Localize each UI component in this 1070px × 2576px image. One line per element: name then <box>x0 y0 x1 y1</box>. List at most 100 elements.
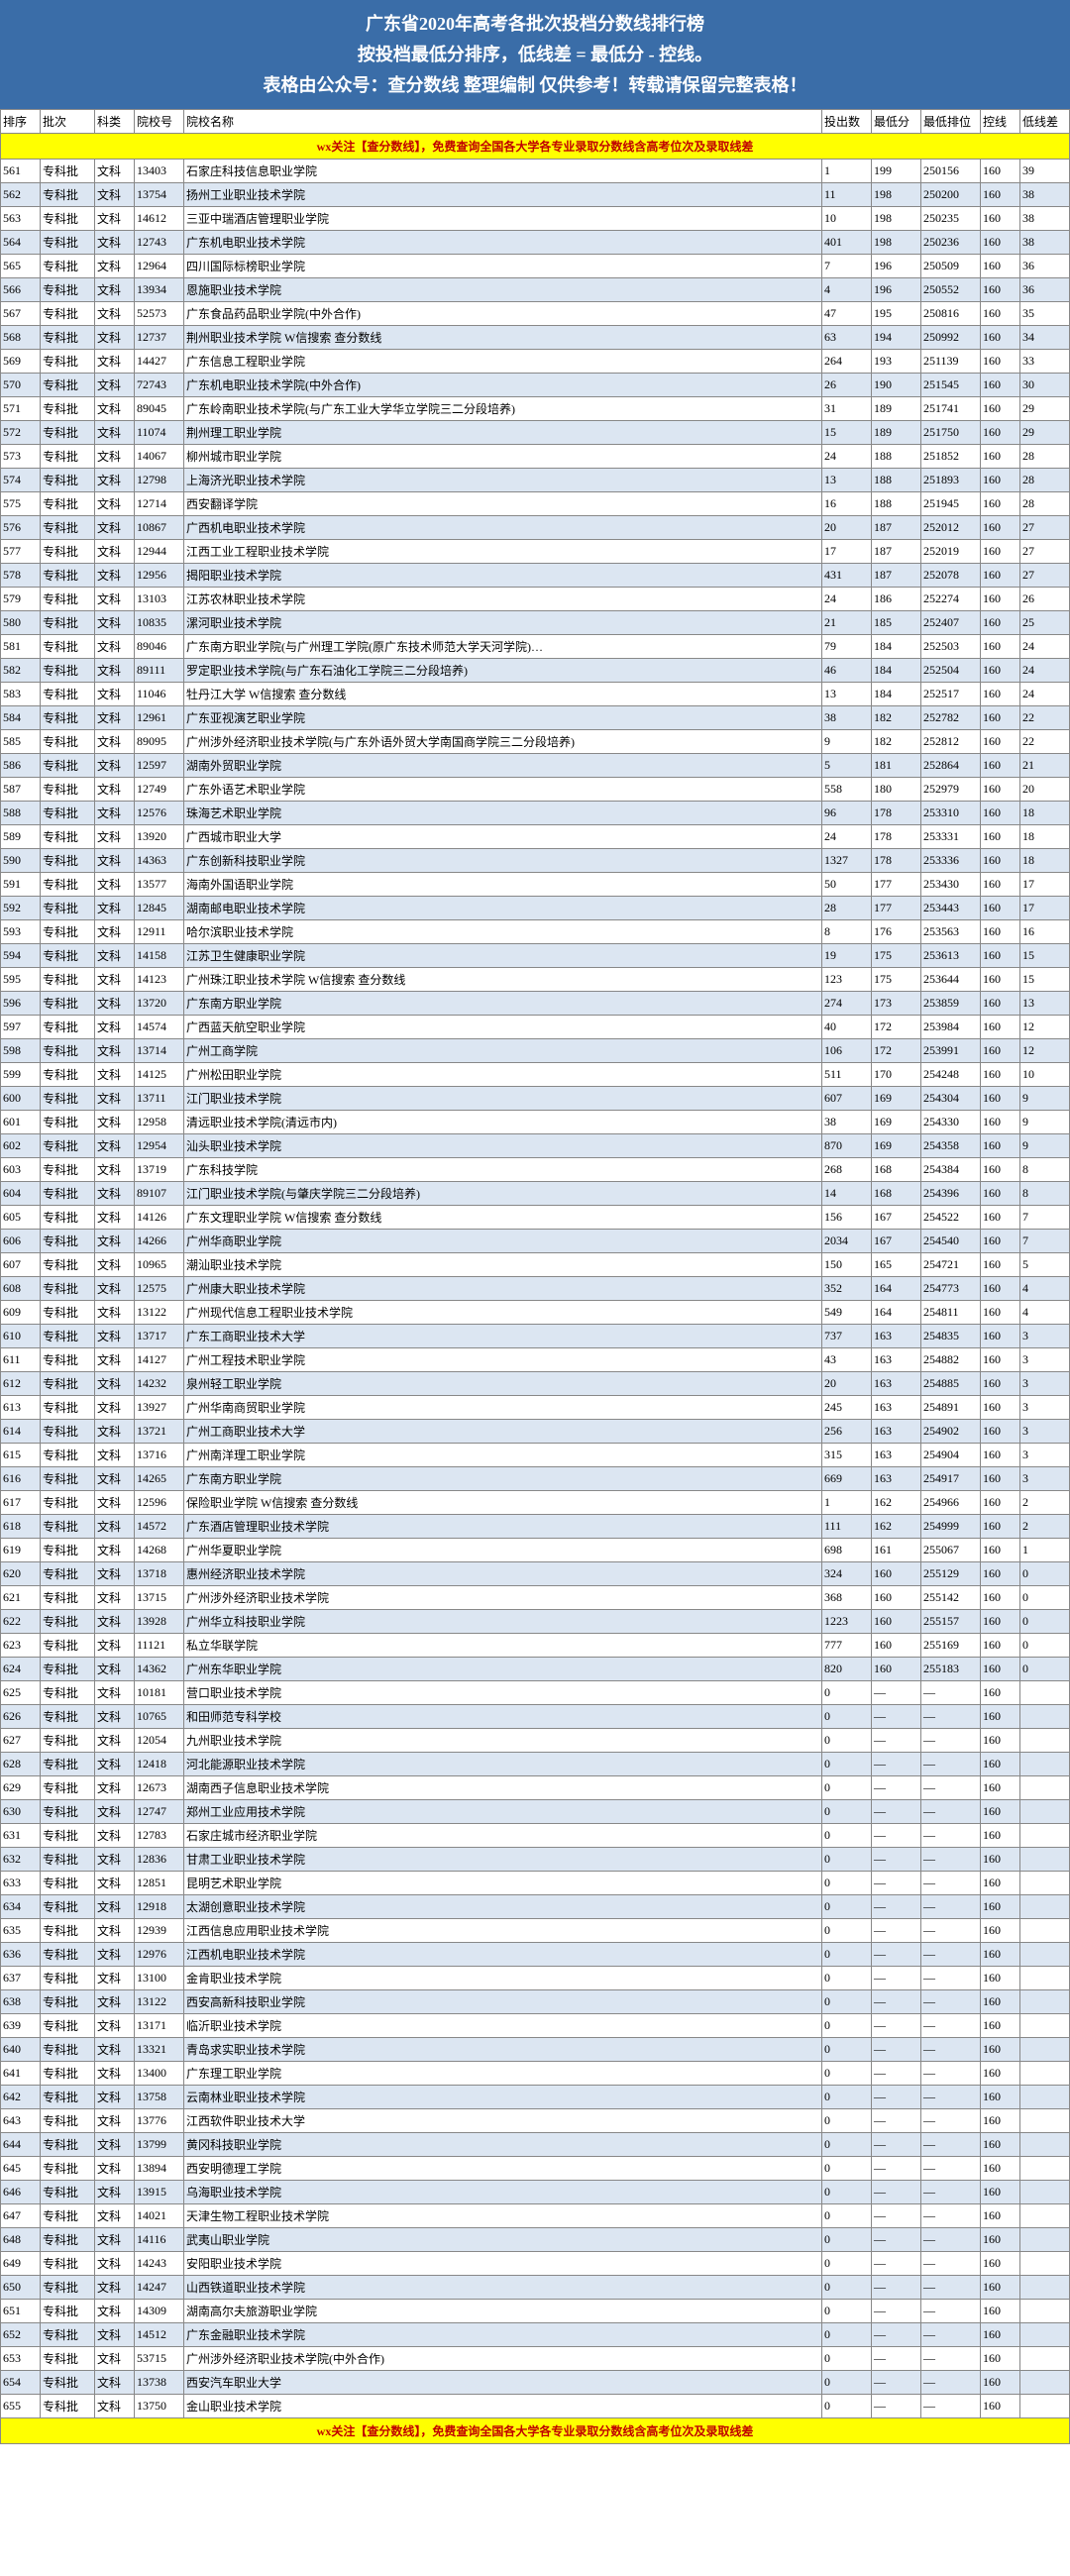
cell: 187 <box>872 516 921 540</box>
cell: 哈尔滨职业技术学院 <box>184 920 822 944</box>
cell: 255067 <box>921 1539 981 1562</box>
cell: — <box>921 2276 981 2300</box>
cell: 广州华夏职业学院 <box>184 1539 822 1562</box>
cell: 文科 <box>95 1325 135 1348</box>
cell: 24 <box>822 825 872 849</box>
table-row: 596专科批文科13720广东南方职业学院27417325385916013 <box>1 992 1070 1016</box>
cell: 江西软件职业技术大学 <box>184 2109 822 2133</box>
cell: — <box>921 1919 981 1943</box>
cell: 12747 <box>135 1800 184 1824</box>
cell: 609 <box>1 1301 41 1325</box>
col-pos: 最低排位 <box>921 110 981 134</box>
table-row: 569专科批文科14427广东信息工程职业学院26419325113916033 <box>1 350 1070 374</box>
cell: 627 <box>1 1729 41 1753</box>
cell: 文科 <box>95 920 135 944</box>
cell: 615 <box>1 1444 41 1467</box>
table-row: 613专科批文科13927广州华南商贸职业学院2451632548911603 <box>1 1396 1070 1420</box>
cell: 630 <box>1 1800 41 1824</box>
cell: 558 <box>822 778 872 802</box>
cell: 160 <box>981 1206 1020 1230</box>
cell: 13721 <box>135 1420 184 1444</box>
cell: 162 <box>872 1491 921 1515</box>
cell: 618 <box>1 1515 41 1539</box>
cell: 文科 <box>95 255 135 278</box>
cell: 文科 <box>95 2109 135 2133</box>
cell: 0 <box>822 1967 872 1990</box>
cell: 160 <box>981 1158 1020 1182</box>
cell: — <box>872 2228 921 2252</box>
cell: 650 <box>1 2276 41 2300</box>
cell: 文科 <box>95 1848 135 1872</box>
cell: 广东金融职业技术学院 <box>184 2323 822 2347</box>
cell: 13776 <box>135 2109 184 2133</box>
cell: 文科 <box>95 1277 135 1301</box>
cell: 160 <box>981 326 1020 350</box>
cell <box>1020 2038 1070 2062</box>
cell: 599 <box>1 1063 41 1087</box>
cell: 160 <box>981 1681 1020 1705</box>
cell: 160 <box>981 2133 1020 2157</box>
cell: 27 <box>1020 516 1070 540</box>
table-row: 572专科批文科11074荆州理工职业学院1518925175016029 <box>1 421 1070 445</box>
cell: 1 <box>822 1491 872 1515</box>
cell: 254882 <box>921 1348 981 1372</box>
cell: 专科批 <box>41 2109 95 2133</box>
cell: 专科批 <box>41 183 95 207</box>
cell: — <box>872 2014 921 2038</box>
cell: 专科批 <box>41 2204 95 2228</box>
cell: 31 <box>822 397 872 421</box>
cell: 12845 <box>135 897 184 920</box>
cell: — <box>872 1800 921 1824</box>
cell: 专科批 <box>41 1681 95 1705</box>
cell: 广东机电职业技术学院(中外合作) <box>184 374 822 397</box>
cell: 12749 <box>135 778 184 802</box>
table-row: 592专科批文科12845湖南邮电职业技术学院2817725344316017 <box>1 897 1070 920</box>
cell: — <box>872 2038 921 2062</box>
cell: 253991 <box>921 1039 981 1063</box>
cell: 252504 <box>921 659 981 683</box>
cell: 专科批 <box>41 1420 95 1444</box>
cell <box>1020 1800 1070 1824</box>
cell: 珠海艺术职业学院 <box>184 802 822 825</box>
table-row: 589专科批文科13920广西城市职业大学2417825333116018 <box>1 825 1070 849</box>
cell: 36 <box>1020 278 1070 302</box>
cell: 文科 <box>95 2014 135 2038</box>
cell: 文科 <box>95 1872 135 1895</box>
cell: 89111 <box>135 659 184 683</box>
cell: 专科批 <box>41 754 95 778</box>
cell: 专科批 <box>41 2300 95 2323</box>
table-row: 616专科批文科14265广东南方职业学院6691632549171603 <box>1 1467 1070 1491</box>
cell: 160 <box>981 1705 1020 1729</box>
cell: 专科批 <box>41 1467 95 1491</box>
cell <box>1020 2204 1070 2228</box>
cell: 167 <box>872 1206 921 1230</box>
cell: 13122 <box>135 1990 184 2014</box>
cell: 160 <box>981 1919 1020 1943</box>
cell: 专科批 <box>41 1253 95 1277</box>
cell: 专科批 <box>41 1182 95 1206</box>
cell: 165 <box>872 1253 921 1277</box>
cell: 文科 <box>95 1444 135 1467</box>
cell: 254773 <box>921 1277 981 1301</box>
cell: 文科 <box>95 611 135 635</box>
cell: 14 <box>822 1182 872 1206</box>
cell: 11046 <box>135 683 184 706</box>
cell: 专科批 <box>41 1063 95 1087</box>
cell: 254904 <box>921 1444 981 1467</box>
cell: 160 <box>981 1990 1020 2014</box>
cell: — <box>921 2181 981 2204</box>
cell: — <box>921 1872 981 1895</box>
cell: 广西机电职业技术学院 <box>184 516 822 540</box>
cell: 13754 <box>135 183 184 207</box>
cell: 专科批 <box>41 2323 95 2347</box>
table-row: 600专科批文科13711江门职业技术学院6071692543041609 <box>1 1087 1070 1111</box>
cell: 569 <box>1 350 41 374</box>
cell: 160 <box>981 2062 1020 2086</box>
cell: 169 <box>872 1134 921 1158</box>
cell: 17 <box>1020 897 1070 920</box>
cell: 160 <box>981 1776 1020 1800</box>
cell: 山西铁道职业技术学院 <box>184 2276 822 2300</box>
table-row: 611专科批文科14127广州工程技术职业学院431632548821603 <box>1 1348 1070 1372</box>
cell: — <box>921 2133 981 2157</box>
cell: 3 <box>1020 1325 1070 1348</box>
